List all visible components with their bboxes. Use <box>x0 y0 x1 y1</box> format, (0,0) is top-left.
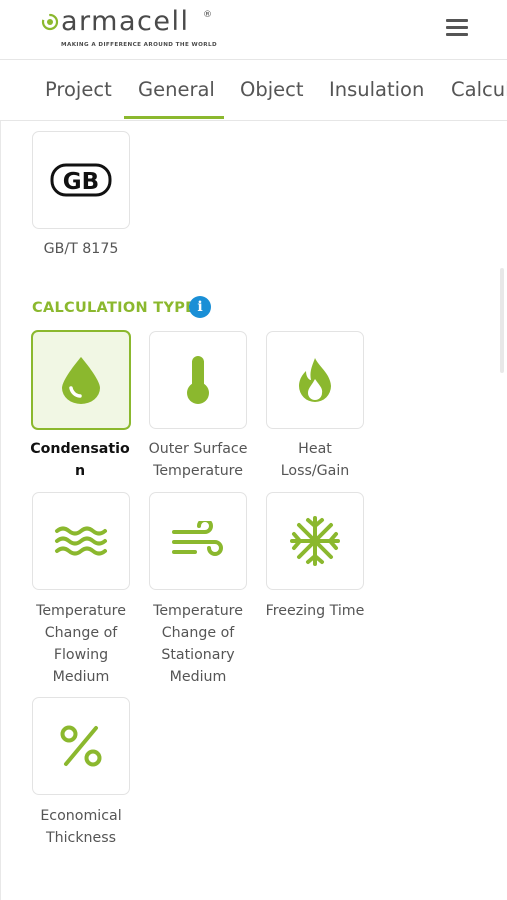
label-line: Heat <box>298 441 332 457</box>
thermometer-icon <box>187 356 209 404</box>
label-line: Temperature <box>153 603 243 619</box>
label-line: Flowing <box>53 647 109 663</box>
calc-option-label: Temperature Change of Flowing Medium <box>22 600 140 688</box>
calc-option-temperature-change-flowing-medium[interactable] <box>32 492 130 590</box>
armacell-logo[interactable]: armacell ® MAKING A DIFFERENCE AROUND TH… <box>40 6 220 52</box>
tab-insulation[interactable]: Insulation <box>329 60 424 120</box>
scrollbar[interactable] <box>500 268 504 373</box>
percent-icon <box>60 725 102 767</box>
calc-option-heat-loss-gain[interactable] <box>266 331 364 429</box>
calc-option-freezing-time[interactable] <box>266 492 364 590</box>
label-line: Change of <box>44 625 118 641</box>
gb-standard-logo: GB <box>50 163 112 197</box>
calc-option-economical-thickness[interactable] <box>32 697 130 795</box>
label-line: Freezing Time <box>265 603 365 619</box>
logo-tagline: MAKING A DIFFERENCE AROUND THE WORLD <box>61 42 217 48</box>
logo-wordmark: armacell <box>61 6 190 37</box>
label-line: Temperature <box>153 463 243 479</box>
logo-swirl-icon <box>41 13 59 31</box>
label-line: Change of <box>161 625 235 641</box>
app-header: armacell ® MAKING A DIFFERENCE AROUND TH… <box>0 0 507 60</box>
label-line: Medium <box>52 669 110 685</box>
calc-option-label: Economical Thickness <box>22 805 140 849</box>
wind-icon <box>172 521 223 556</box>
calc-option-condensation[interactable] <box>31 330 131 430</box>
calc-option-label: Heat Loss/Gain <box>256 438 374 482</box>
label-line: Economical <box>40 808 122 824</box>
calc-option-label: Condensatio n <box>21 438 139 482</box>
calc-option-outer-surface-temperature[interactable] <box>149 331 247 429</box>
label-line: n <box>74 463 86 479</box>
label-line: Temperature <box>36 603 126 619</box>
standard-card-gb[interactable]: GB <box>32 131 130 229</box>
hamburger-menu-icon[interactable] <box>446 19 470 39</box>
label-line: Outer Surface <box>148 441 248 457</box>
calc-option-label: Freezing Time <box>256 600 374 622</box>
info-icon[interactable]: i <box>189 296 211 318</box>
label-line: Thickness <box>45 830 117 846</box>
droplet-icon <box>62 357 100 404</box>
snowflake-icon <box>290 516 340 566</box>
svg-text:GB: GB <box>63 169 99 195</box>
label-line: Medium <box>169 669 227 685</box>
calculation-type-title: CALCULATION TYPE <box>32 300 196 316</box>
calc-option-temperature-change-stationary-medium[interactable] <box>149 492 247 590</box>
tab-bar: Project General Object Insulation Calcul… <box>0 60 507 121</box>
tab-calculation[interactable]: Calcula <box>451 60 507 120</box>
label-line: Condensatio <box>30 441 130 457</box>
label-line: Loss/Gain <box>280 463 350 479</box>
calc-option-label: Outer Surface Temperature <box>139 438 257 482</box>
waves-icon <box>55 526 107 556</box>
standard-label: GB/T 8175 <box>43 241 119 257</box>
active-tab-indicator <box>124 116 224 119</box>
tab-project[interactable]: Project <box>45 60 112 120</box>
flame-icon <box>299 358 331 402</box>
tab-object[interactable]: Object <box>240 60 304 120</box>
calc-option-label: Temperature Change of Stationary Medium <box>139 600 257 688</box>
logo-registered-mark: ® <box>203 10 212 20</box>
label-line: Stationary <box>161 647 235 663</box>
tab-general[interactable]: General <box>138 60 215 120</box>
